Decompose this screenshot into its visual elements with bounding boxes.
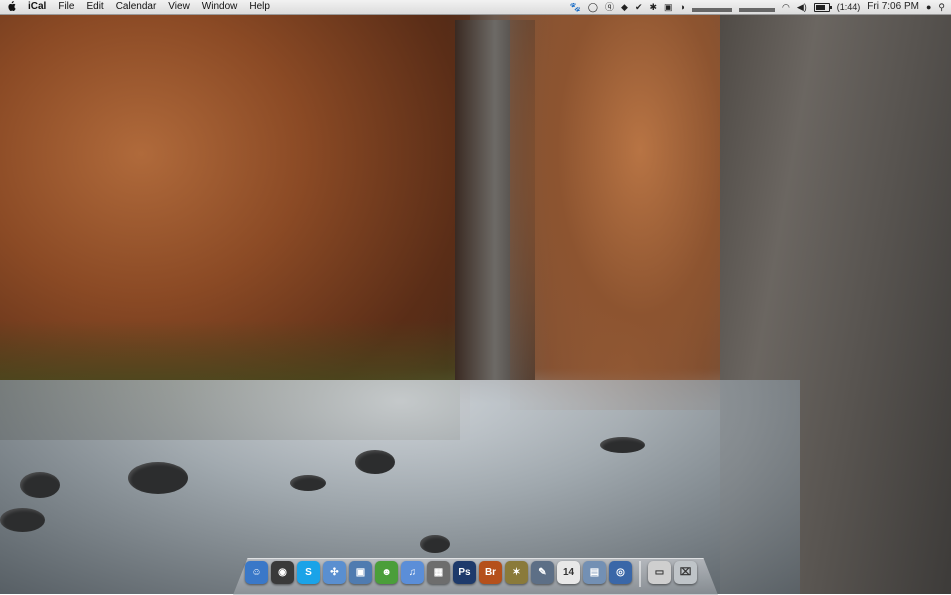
bridge-icon[interactable]: Br (479, 561, 502, 584)
bluetooth-icon[interactable]: ✱ (649, 0, 657, 14)
spotlight-icon[interactable]: ⚲ (938, 0, 945, 14)
menu-clock[interactable]: Fri 7:06 PM (867, 0, 919, 14)
safari-icon[interactable]: ✣ (323, 561, 346, 584)
menu-bar-left: iCal File Edit Calendar View Window Help (0, 0, 276, 14)
time-machine-icon[interactable]: ◎ (609, 561, 632, 584)
river-rock (420, 535, 450, 553)
photoshop-icon[interactable]: Ps (453, 561, 476, 584)
wifi-icon[interactable]: ◠ (782, 0, 790, 14)
dock: ☺ ◉ S ✣ ▣ ☻ ♫ ▦ Ps Br ✶ ✎ 14 ▤ ◎ ▭ ⌧ (245, 561, 697, 587)
dropbox-icon[interactable]: ◆ (621, 0, 628, 14)
quicksilver-icon[interactable]: ⓠ (605, 0, 614, 14)
starburst-icon[interactable]: ✶ (505, 561, 528, 584)
river-rock (355, 450, 395, 474)
dock-separator (639, 561, 641, 587)
preview-icon[interactable]: ▣ (349, 561, 372, 584)
app-box-icon[interactable]: ▣ (664, 0, 673, 14)
battery-time[interactable]: (1:44) (837, 0, 861, 14)
menu-help[interactable]: Help (243, 0, 276, 14)
text-edit-icon[interactable]: ▤ (583, 561, 606, 584)
dashboard-icon[interactable]: ◉ (271, 561, 294, 584)
river-rock (600, 437, 645, 453)
volume-icon[interactable]: ◀) (797, 0, 807, 14)
finder-icon[interactable]: ☺ (245, 561, 268, 584)
menu-calendar[interactable]: Calendar (110, 0, 163, 14)
menu-edit[interactable]: Edit (80, 0, 109, 14)
contrast-icon[interactable]: ◑ (680, 0, 685, 14)
menu-extras: 🐾 ◯ ⓠ ◆ ✔ ✱ ▣ ◑ ◠ ◀) (1:44) Fri 7:06 PM … (570, 0, 951, 14)
river-rock (20, 472, 60, 498)
ical-icon[interactable]: 14 (557, 561, 580, 584)
cpu-graph-icon[interactable] (691, 2, 732, 12)
itunes-icon[interactable]: ♫ (401, 561, 424, 584)
adium-icon[interactable]: ☻ (375, 561, 398, 584)
checkmark-icon[interactable]: ✔ (635, 0, 643, 14)
apple-icon[interactable] (0, 0, 22, 14)
chat-bubble-icon[interactable]: ◯ (588, 0, 598, 14)
desktop-wallpaper (0, 0, 951, 594)
growl-icon[interactable]: 🐾 (570, 0, 581, 14)
menu-bar: iCal File Edit Calendar View Window Help… (0, 0, 951, 15)
river-rock (290, 475, 326, 491)
user-icon[interactable]: ● (926, 0, 931, 14)
menu-view[interactable]: View (162, 0, 196, 14)
river-rock (0, 508, 45, 532)
network-graph-icon[interactable] (738, 2, 775, 12)
skype-icon[interactable]: S (297, 561, 320, 584)
trash-icon[interactable]: ⌧ (674, 561, 697, 584)
iphoto-icon[interactable]: ▦ (427, 561, 450, 584)
script-editor-icon[interactable]: ✎ (531, 561, 554, 584)
menu-window[interactable]: Window (196, 0, 244, 14)
river-rock (128, 462, 188, 494)
battery-icon[interactable] (813, 2, 832, 12)
menu-file[interactable]: File (52, 0, 80, 14)
documents-stack-icon[interactable]: ▭ (648, 561, 671, 584)
app-menu-ical[interactable]: iCal (22, 0, 52, 14)
